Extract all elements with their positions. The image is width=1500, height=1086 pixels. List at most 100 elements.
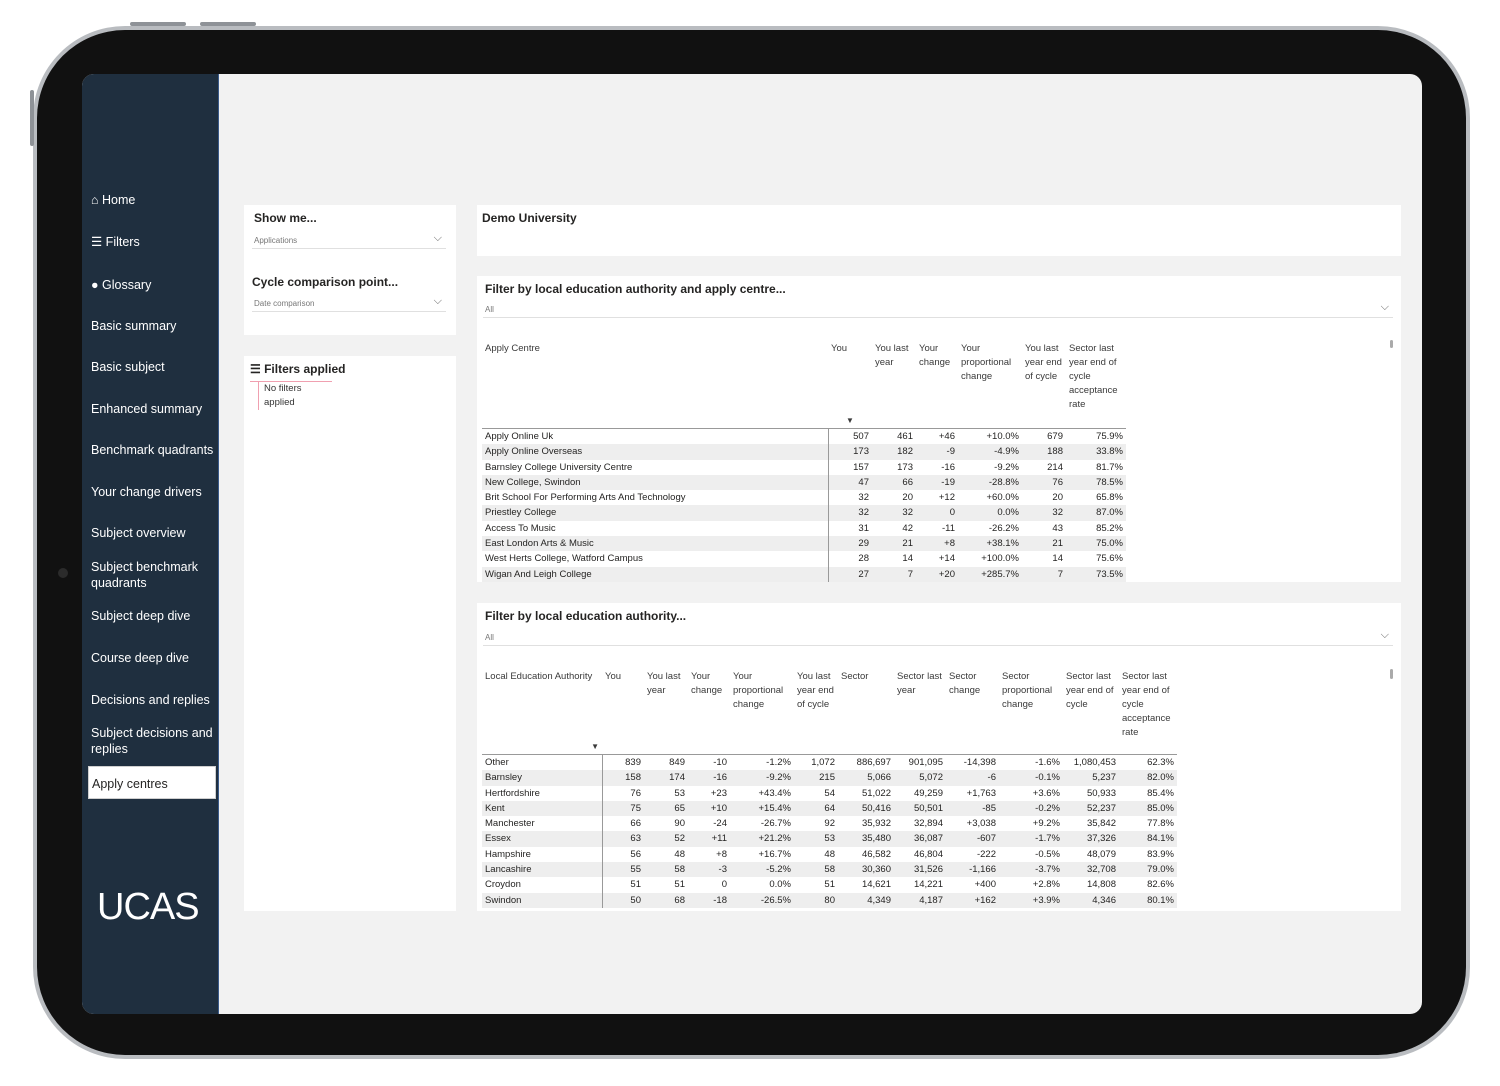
nav-glossary[interactable]: ● Glossary — [91, 277, 217, 293]
page-title: Demo University — [482, 211, 577, 225]
controls-card: Show me... Applications ⌵ Cycle comparis… — [244, 205, 456, 335]
table-row[interactable]: Priestley College 32 32 0 0.0% 32 87.0% — [482, 505, 1126, 521]
col-header[interactable]: You — [602, 670, 644, 740]
show-me-dropdown[interactable]: Applications ⌵ — [252, 232, 446, 249]
table-cell: 0.0% — [769, 879, 791, 891]
table-cell: 35,480 — [838, 831, 894, 847]
col-header[interactable]: You last year end of cycle — [794, 670, 838, 740]
table-row[interactable]: West Herts College, Watford Campus 28 14 +1… — [482, 551, 1126, 567]
col-header[interactable]: You — [828, 342, 872, 414]
table-cell: 82.0% — [1119, 770, 1177, 786]
table-row[interactable]: Kent 75 65 +10 +15.4% 64 50,416 50,501 -85 -0.2% 5… — [482, 800, 1177, 817]
table-cell: 14,221 — [913, 879, 943, 891]
nav-subject-deep-dive[interactable]: Subject deep dive — [91, 608, 217, 624]
table-row[interactable]: Lancashire 55 58 -3 -5.2% 58 30,360 31,526 -1,16… — [482, 862, 1177, 878]
table-row[interactable]: Wigan And Leigh College 27 7 +20 +285.7% 7 73.… — [482, 566, 1126, 582]
table-cell: 29 — [828, 536, 872, 552]
table-cell: 35,842 — [1086, 818, 1116, 830]
scrollbar[interactable] — [1390, 669, 1393, 679]
table-row[interactable]: Access To Music 31 42 -11 -26.2% 43 85.2% — [482, 520, 1126, 537]
col-header[interactable]: Sector proportional change — [999, 670, 1063, 740]
col-header[interactable]: You last year — [872, 342, 916, 414]
nav-subject-overview[interactable]: Subject overview — [91, 525, 217, 541]
table-cell: +1,763 — [966, 787, 996, 799]
table-row[interactable]: Other 839 849 -10 -1.2% 1,072 886,697 901,095 -1… — [482, 754, 1177, 771]
col-header[interactable]: Sector last year end of cycle acceptance… — [1066, 342, 1126, 414]
col-header[interactable]: Your proportional change — [730, 670, 794, 740]
nav-enhanced-summary[interactable]: Enhanced summary — [91, 401, 217, 417]
table-cell: 48 — [674, 848, 685, 860]
table-row[interactable]: Manchester 66 90 -24 -26.7% 92 35,932 32,894 +3,… — [482, 816, 1177, 832]
table-cell: +162 — [946, 892, 999, 908]
table-row[interactable]: Swindon 50 68 -18 -26.5% 80 4,349 4,187 +162 +3.9… — [482, 892, 1177, 908]
sort-desc-icon[interactable]: ▼ — [828, 414, 872, 429]
table-row[interactable]: Hampshire 56 48 +8 +16.7% 48 46,582 46,804 -222 -… — [482, 846, 1177, 863]
table-cell: 50 — [602, 892, 644, 908]
col-header[interactable]: Sector — [838, 670, 894, 740]
lea-dropdown[interactable]: All ⌵ — [483, 629, 1393, 646]
nav-basic-summary[interactable]: Basic summary — [91, 318, 217, 334]
col-header[interactable]: Local Education Authority — [482, 670, 602, 740]
col-header[interactable]: Sector change — [946, 670, 999, 740]
nav-subject-decisions-and-replies[interactable]: Subject decisions and replies — [91, 725, 217, 757]
table-cell: Lancashire — [482, 862, 603, 878]
col-header[interactable]: Your change — [916, 342, 958, 414]
col-header[interactable]: You last year — [644, 670, 688, 740]
table-row[interactable]: Essex 63 52 +11 +21.2% 53 35,480 36,087 -607 -1.7… — [482, 831, 1177, 847]
table-cell: 31,526 — [894, 862, 946, 878]
col-header[interactable]: Sector last year end of cycle acceptance… — [1119, 670, 1177, 740]
table-row[interactable]: Barnsley 158 174 -16 -9.2% 215 5,066 5,072 -6 -0.… — [482, 770, 1177, 786]
table-cell: 54 — [824, 787, 835, 799]
table-row[interactable]: East London Arts & Music 29 21 +8 +38.1% 21 75… — [482, 536, 1126, 552]
table-cell: 461 — [897, 431, 913, 442]
table-cell: +15.4% — [730, 800, 794, 817]
col-header[interactable]: Your proportional change — [958, 342, 1022, 414]
no-filters-text: No filters applied — [258, 382, 324, 410]
col-header[interactable]: You last year end of cycle — [1022, 342, 1066, 414]
table-row[interactable]: Hertfordshire 76 53 +23 +43.4% 54 51,022 49,259… — [482, 785, 1177, 801]
table-cell: Swindon — [482, 892, 603, 908]
table-row[interactable]: Barnsley College University Centre 157 173… — [482, 459, 1126, 475]
table-cell: 68 — [644, 892, 688, 908]
apply-centre-dropdown[interactable]: All ⌵ — [483, 301, 1393, 318]
table-cell: 4,187 — [894, 892, 946, 908]
table-row[interactable]: Croydon 51 51 0 0.0% 51 14,621 14,221 +400 +2.8% 1… — [482, 877, 1177, 893]
table-cell: 64 — [794, 800, 838, 817]
table-row[interactable]: Apply Online Uk 507 461 +46 +10.0% 679 75.9% — [482, 428, 1126, 445]
nav-apply-centres[interactable]: Apply centres — [88, 766, 216, 799]
nav-filters[interactable]: ☰ Filters — [91, 234, 217, 250]
nav-home[interactable]: ⌂ Home — [91, 192, 217, 208]
nav-course-deep-dive[interactable]: Course deep dive — [91, 650, 217, 666]
table-cell: -607 — [946, 831, 999, 847]
table-cell: 32 — [858, 492, 869, 504]
table-row[interactable]: New College, Swindon 47 66 -19 -28.8% 76 78.5% — [482, 474, 1126, 491]
nav-decisions-and-replies[interactable]: Decisions and replies — [91, 692, 217, 708]
table-cell: +10 — [688, 800, 730, 817]
nav-subject-benchmark-quadrants[interactable]: Subject benchmark quadrants — [91, 559, 217, 591]
table-cell: 75.9% — [1096, 431, 1123, 442]
table-cell: 32 — [1022, 505, 1066, 521]
scrollbar[interactable] — [1390, 340, 1393, 348]
col-header[interactable]: Your change — [688, 670, 730, 740]
nav-your-change-drivers[interactable]: Your change drivers — [91, 484, 217, 500]
col-header[interactable]: Sector last year end of cycle — [1063, 670, 1119, 740]
nav-basic-subject[interactable]: Basic subject — [91, 359, 217, 375]
table-cell: 28 — [858, 553, 869, 565]
table-cell: 901,095 — [908, 757, 943, 768]
cycle-dropdown[interactable]: Date comparison ⌵ — [252, 295, 446, 312]
nav-benchmark-quadrants[interactable]: Benchmark quadrants — [91, 442, 217, 458]
table-cell: -16 — [941, 461, 955, 473]
table-row[interactable]: Apply Online Overseas 173 182 -9 -4.9% 188 33.… — [482, 444, 1126, 460]
table-cell: 51 — [674, 879, 685, 891]
table-cell: 80 — [794, 892, 838, 908]
table-cell: 73.5% — [1066, 566, 1126, 582]
sort-desc-icon[interactable]: ▼ — [482, 740, 602, 755]
table-row[interactable]: Brit School For Performing Arts And Tech… — [482, 490, 1126, 506]
table-cell: 32,894 — [913, 818, 943, 830]
col-header[interactable]: Apply Centre — [482, 342, 828, 414]
table-cell: 52,237 — [1063, 800, 1119, 817]
table-cell: 65.8% — [1096, 492, 1123, 504]
table-cell: West Herts College, Watford Campus — [482, 551, 829, 567]
table-cell: 66 — [630, 818, 641, 830]
col-header[interactable]: Sector last year — [894, 670, 946, 740]
